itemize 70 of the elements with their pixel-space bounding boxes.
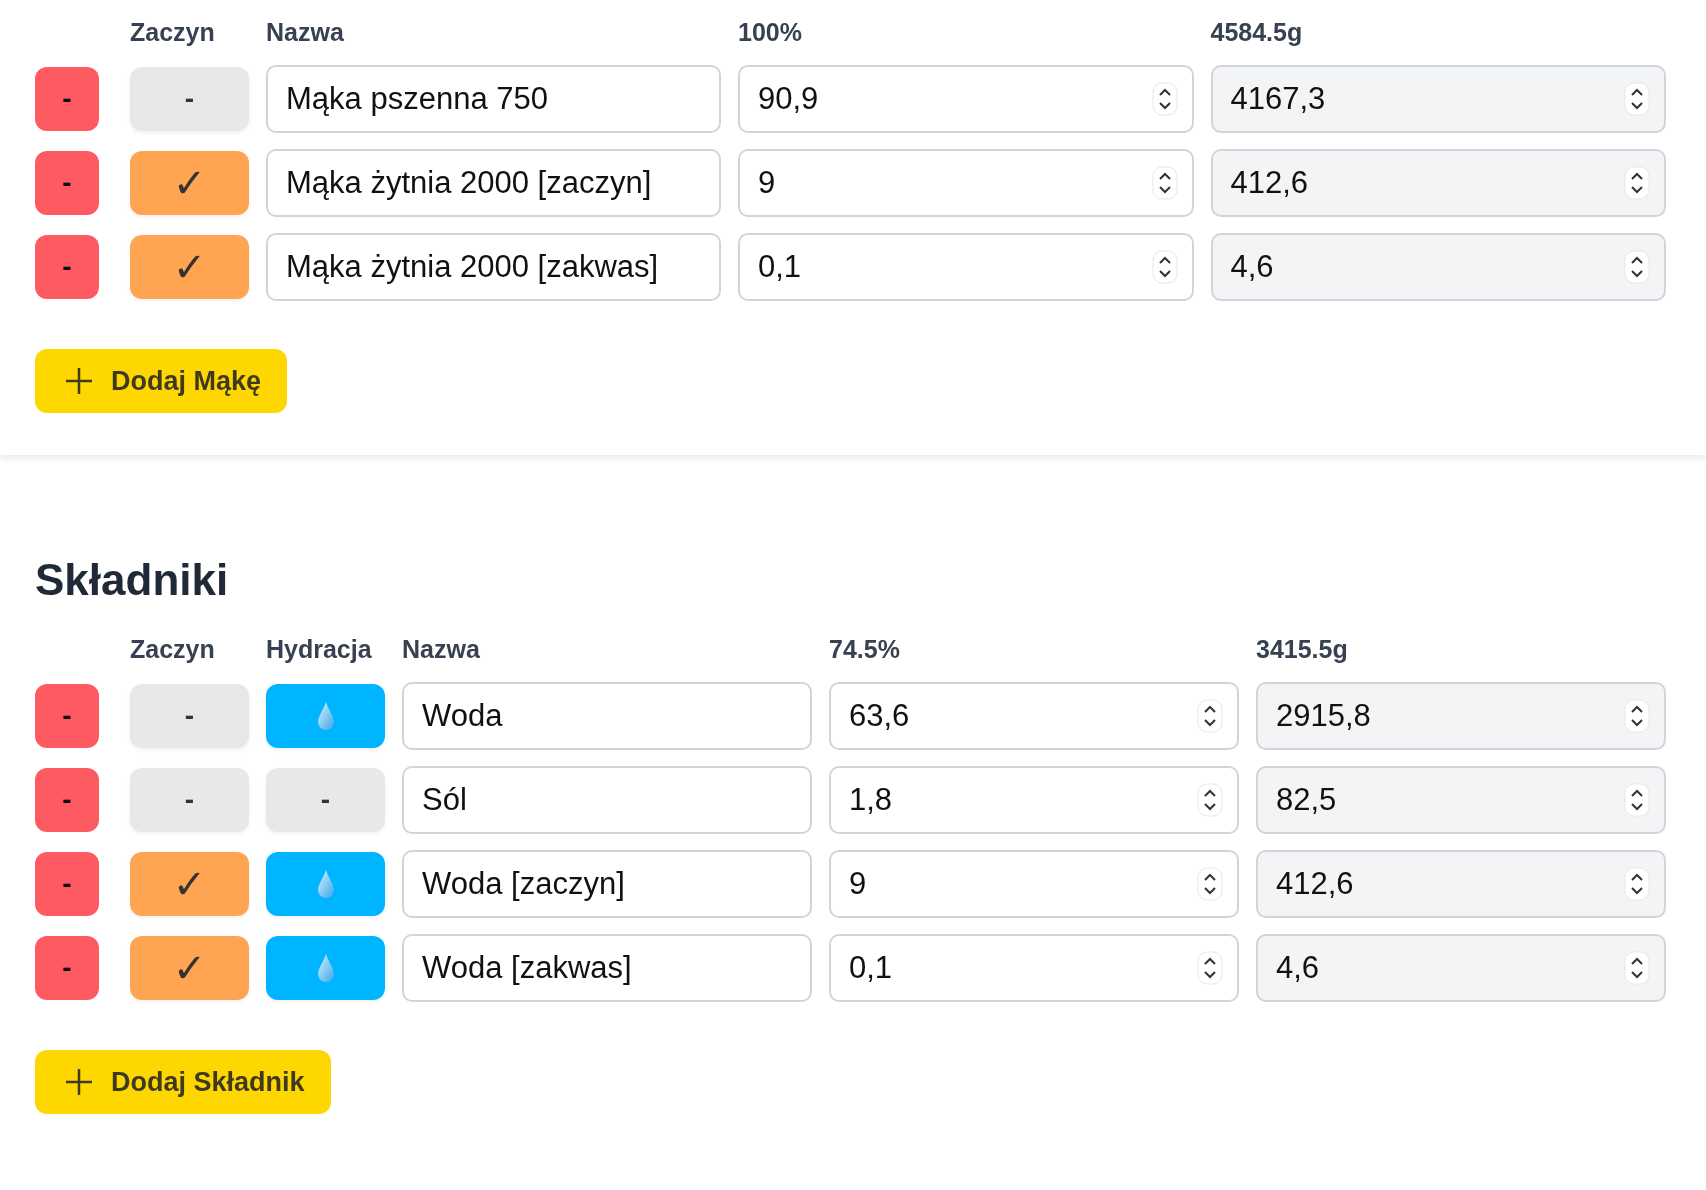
name-field[interactable]: Woda [zaczyn]: [402, 850, 812, 918]
column-header: 4584.5g: [1210, 18, 1303, 48]
remove-button[interactable]: -: [35, 235, 99, 299]
starter-toggle[interactable]: ✓: [130, 151, 249, 215]
number-field[interactable]: 9: [829, 850, 1239, 918]
starter-toggle[interactable]: ✓: [130, 235, 249, 299]
column-header: Zaczyn: [130, 18, 215, 48]
spinner-icon[interactable]: [1197, 699, 1223, 733]
remove-button[interactable]: -: [35, 151, 99, 215]
remove-button[interactable]: -: [35, 67, 99, 131]
add-ingredient-button[interactable]: Dodaj Składnik: [35, 1050, 331, 1114]
hydration-toggle[interactable]: [266, 684, 385, 748]
spinner-icon[interactable]: [1197, 867, 1223, 901]
hydration-toggle[interactable]: -: [266, 768, 385, 832]
column-header: 3415.5g: [1256, 635, 1348, 665]
name-field[interactable]: Woda: [402, 682, 812, 750]
remove-button[interactable]: -: [35, 936, 99, 1000]
column-header: 74.5%: [829, 635, 900, 665]
remove-button[interactable]: -: [35, 684, 99, 748]
column-header: Hydracja: [266, 635, 372, 665]
number-field[interactable]: 82,5: [1256, 766, 1666, 834]
number-field[interactable]: 0,1: [738, 233, 1194, 301]
water-drop-icon: [316, 869, 335, 899]
spinner-icon[interactable]: [1624, 867, 1650, 901]
column-header: Nazwa: [402, 635, 480, 665]
name-field[interactable]: Mąka żytnia 2000 [zaczyn]: [266, 149, 721, 217]
number-field[interactable]: 4167,3: [1210, 65, 1666, 133]
number-field[interactable]: 1,8: [829, 766, 1239, 834]
number-field[interactable]: 90,9: [738, 65, 1194, 133]
spinner-icon[interactable]: [1197, 951, 1223, 985]
water-drop-icon: [316, 953, 335, 983]
number-field[interactable]: 0,1: [829, 934, 1239, 1002]
spinner-icon[interactable]: [1624, 82, 1650, 116]
starter-toggle[interactable]: -: [130, 67, 249, 131]
spinner-icon[interactable]: [1151, 166, 1178, 200]
remove-button[interactable]: -: [35, 852, 99, 916]
water-drop-icon: [316, 701, 335, 731]
number-field[interactable]: 4,6: [1256, 934, 1666, 1002]
starter-toggle[interactable]: ✓: [130, 936, 249, 1000]
number-field[interactable]: 2915,8: [1256, 682, 1666, 750]
spinner-icon[interactable]: [1151, 82, 1178, 116]
starter-toggle[interactable]: -: [130, 768, 249, 832]
spinner-icon[interactable]: [1624, 166, 1650, 200]
spinner-icon[interactable]: [1197, 783, 1223, 817]
plus-icon: [65, 367, 93, 395]
number-field[interactable]: 412,6: [1210, 149, 1666, 217]
hydration-toggle[interactable]: [266, 936, 385, 1000]
name-field[interactable]: Woda [zakwas]: [402, 934, 812, 1002]
column-header: Zaczyn: [130, 635, 215, 665]
spinner-icon[interactable]: [1151, 250, 1178, 284]
section-title: Składniki: [35, 555, 230, 605]
starter-toggle[interactable]: ✓: [130, 852, 249, 916]
spinner-icon[interactable]: [1624, 783, 1650, 817]
number-field[interactable]: 63,6: [829, 682, 1239, 750]
name-field[interactable]: Mąka żytnia 2000 [zakwas]: [266, 233, 721, 301]
add-flour-button[interactable]: Dodaj Mąkę: [35, 349, 288, 413]
spinner-icon[interactable]: [1624, 699, 1650, 733]
starter-toggle[interactable]: -: [130, 684, 249, 748]
hydration-toggle[interactable]: [266, 852, 385, 916]
number-field[interactable]: 4,6: [1210, 233, 1666, 301]
spinner-icon[interactable]: [1624, 951, 1650, 985]
column-header: Nazwa: [266, 18, 344, 48]
name-field[interactable]: Mąka pszenna 750: [266, 65, 721, 133]
plus-icon: [65, 1068, 93, 1096]
column-header: 100%: [738, 18, 802, 48]
number-field[interactable]: 9: [738, 149, 1194, 217]
number-field[interactable]: 412,6: [1256, 850, 1666, 918]
remove-button[interactable]: -: [35, 768, 99, 832]
spinner-icon[interactable]: [1624, 250, 1650, 284]
name-field[interactable]: Sól: [402, 766, 812, 834]
